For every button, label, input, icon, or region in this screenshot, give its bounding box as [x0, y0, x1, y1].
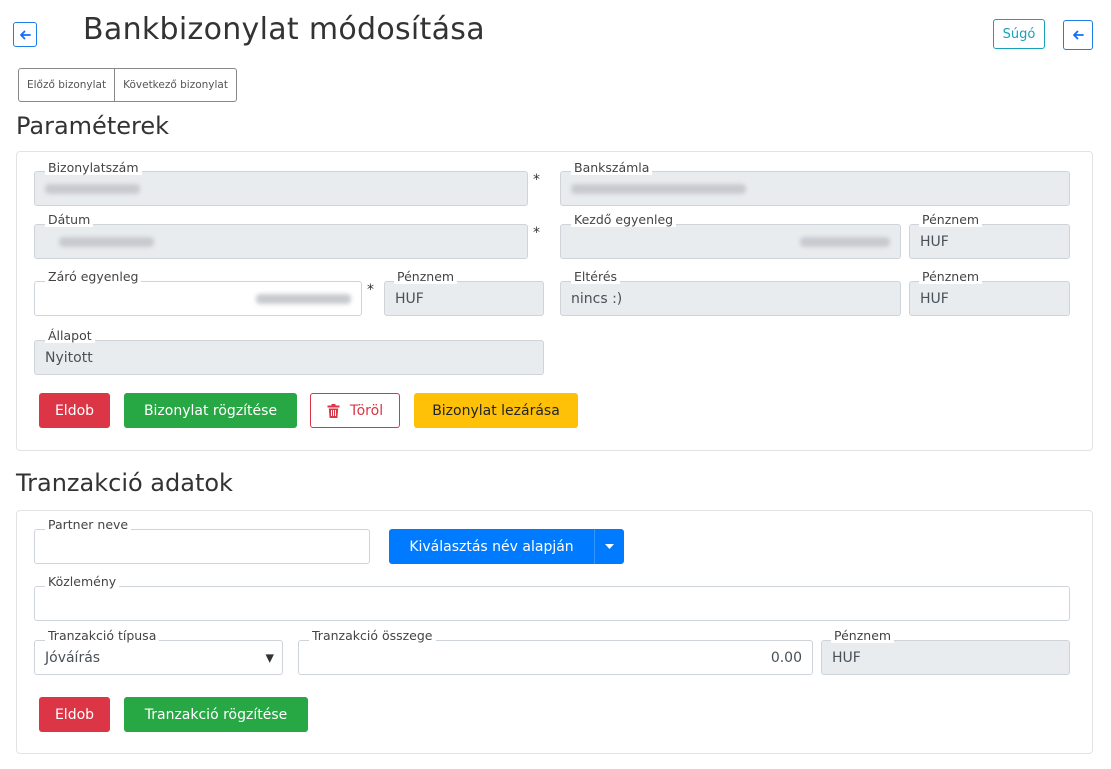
- caret-down-icon: [605, 543, 614, 549]
- delete-label: Töröl: [349, 402, 384, 419]
- difference-label: Eltérés: [571, 270, 621, 284]
- help-button[interactable]: Súgó: [993, 19, 1045, 49]
- difference-field: nincs :): [560, 281, 901, 316]
- difference-currency-field: HUF: [909, 281, 1070, 316]
- select-arrow-icon: ▼: [265, 651, 274, 664]
- page: Bankbizonylat módosítása Súgó Előző bizo…: [0, 0, 1111, 769]
- transaction-type-select[interactable]: Jóváírás ▼: [34, 640, 283, 675]
- trash-icon: [327, 403, 340, 418]
- required-mark: *: [367, 282, 374, 298]
- back-button-right[interactable]: [1063, 20, 1093, 50]
- opening-currency-field: HUF: [909, 224, 1070, 259]
- memo-input[interactable]: [34, 586, 1070, 621]
- delete-button[interactable]: Töröl: [310, 393, 400, 428]
- required-mark: *: [533, 172, 540, 188]
- doc-number-label: Bizonylatszám: [45, 161, 142, 175]
- partner-name-input[interactable]: [34, 529, 370, 564]
- required-mark: *: [533, 225, 540, 241]
- closing-currency-label: Pénznem: [394, 270, 458, 284]
- close-document-button[interactable]: Bizonylat lezárása: [414, 393, 578, 428]
- closing-balance-label: Záró egyenleg: [45, 270, 142, 284]
- difference-currency-label: Pénznem: [919, 270, 983, 284]
- select-by-name-button[interactable]: Kiválasztás név alapján: [389, 529, 594, 564]
- closing-currency-field: HUF: [384, 281, 544, 316]
- transaction-type-value: Jóváírás: [45, 649, 101, 666]
- arrow-left-icon: [1073, 30, 1084, 40]
- transaction-type-label: Tranzakció típusa: [45, 629, 160, 643]
- doc-number-field: [34, 171, 528, 206]
- bank-account-field: [560, 171, 1070, 206]
- document-nav: Előző bizonylat Következő bizonylat: [18, 68, 237, 102]
- transaction-currency-label: Pénznem: [831, 629, 895, 643]
- closing-balance-input[interactable]: [34, 281, 362, 316]
- status-label: Állapot: [45, 329, 95, 343]
- bank-account-label: Bankszámla: [571, 161, 653, 175]
- next-document-button[interactable]: Következő bizonylat: [114, 69, 236, 101]
- opening-balance-field: [560, 224, 901, 259]
- back-button[interactable]: [13, 22, 37, 47]
- memo-label: Közlemény: [45, 575, 120, 589]
- discard-transaction-button[interactable]: Eldob: [39, 697, 110, 732]
- status-field: Nyitott: [34, 340, 544, 375]
- transaction-amount-input[interactable]: 0.00: [298, 640, 813, 675]
- params-section-title: Paraméterek: [16, 112, 169, 140]
- opening-balance-label: Kezdő egyenleg: [571, 213, 677, 227]
- date-field: [34, 224, 528, 259]
- select-by-name-dropdown-toggle[interactable]: [594, 529, 624, 564]
- discard-document-button[interactable]: Eldob: [39, 393, 110, 428]
- prev-document-button[interactable]: Előző bizonylat: [19, 69, 114, 101]
- date-label: Dátum: [45, 213, 94, 227]
- arrow-left-icon: [20, 30, 31, 39]
- save-document-button[interactable]: Bizonylat rögzítése: [124, 393, 297, 428]
- transaction-currency-field: HUF: [821, 640, 1070, 675]
- transaction-section-title: Tranzakció adatok: [16, 469, 233, 497]
- save-transaction-button[interactable]: Tranzakció rögzítése: [124, 697, 308, 732]
- opening-currency-label: Pénznem: [919, 213, 983, 227]
- transaction-amount-label: Tranzakció összege: [309, 629, 436, 643]
- partner-name-label: Partner neve: [45, 518, 132, 532]
- page-title: Bankbizonylat módosítása: [83, 12, 485, 47]
